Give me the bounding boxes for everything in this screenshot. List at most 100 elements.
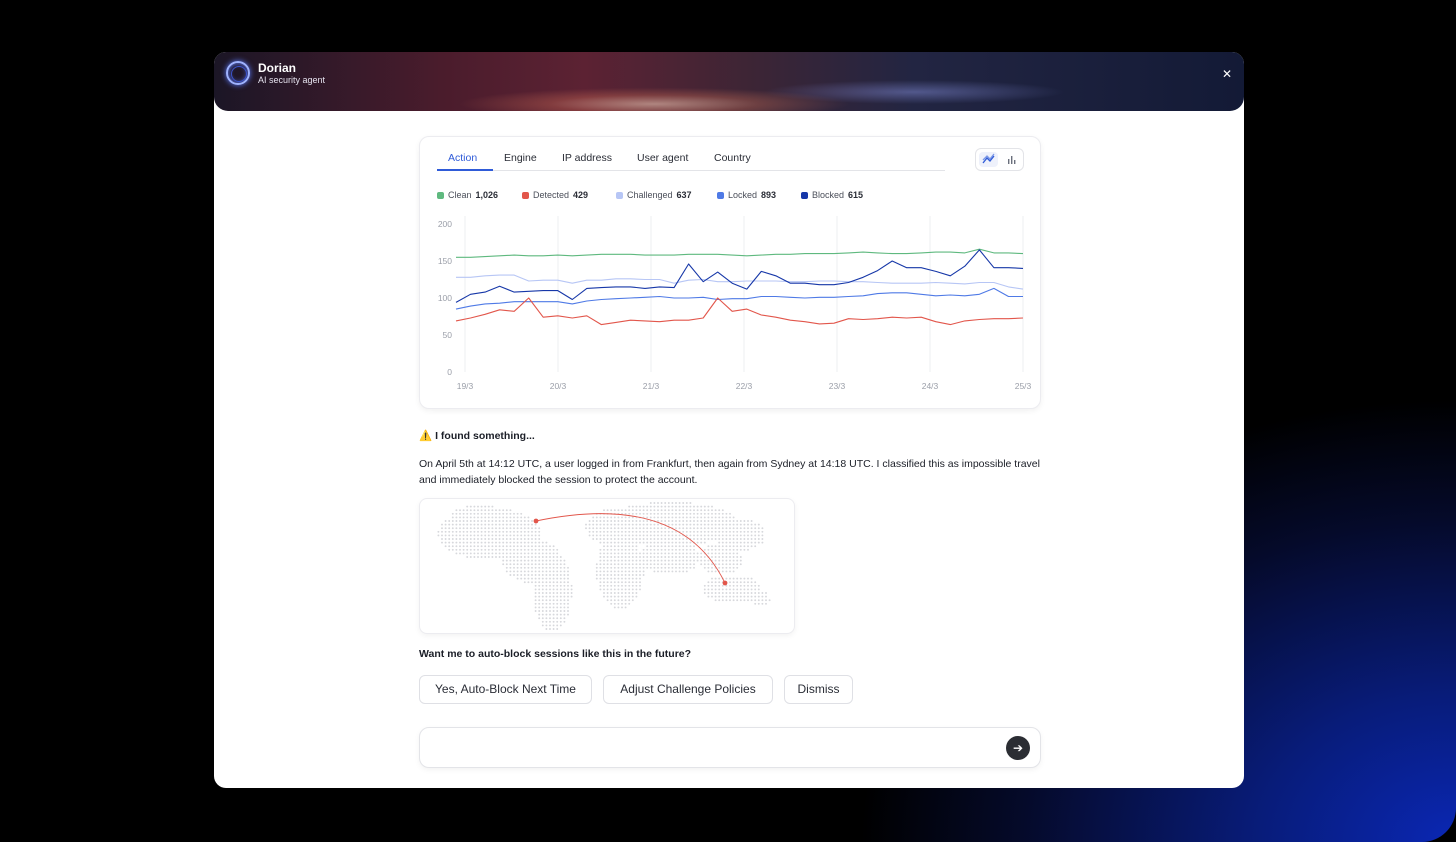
map-dot <box>736 548 739 551</box>
map-dot <box>732 530 735 533</box>
map-dot <box>459 548 461 551</box>
map-dot <box>617 559 620 562</box>
map-dot <box>541 606 544 609</box>
map-dot <box>628 552 631 555</box>
map-dot <box>541 613 544 616</box>
map-dot <box>685 534 688 537</box>
map-dot <box>628 581 631 584</box>
map-dot <box>444 520 447 522</box>
map-dot <box>534 523 537 526</box>
map-dot <box>549 613 551 616</box>
map-dot <box>739 595 742 598</box>
map-dot <box>527 523 530 526</box>
map-dot <box>646 541 649 544</box>
map-dot <box>732 541 735 544</box>
map-dot <box>685 538 688 540</box>
map-dot <box>732 523 735 526</box>
auto-block-button[interactable]: Yes, Auto-Block Next Time <box>419 675 592 704</box>
map-dot <box>473 530 476 533</box>
map-dot <box>642 566 645 569</box>
map-dot <box>484 520 487 522</box>
map-dot <box>624 581 627 584</box>
map-dot <box>631 523 634 526</box>
map-dot <box>624 552 627 555</box>
map-dot <box>667 516 670 519</box>
map-dot <box>660 534 663 537</box>
map-dot <box>531 570 533 573</box>
map-dot <box>505 566 508 569</box>
dismiss-button[interactable]: Dismiss <box>784 675 853 704</box>
map-dot <box>495 516 497 519</box>
map-dot <box>639 541 641 544</box>
map-dot <box>549 588 551 591</box>
map-dot <box>477 520 479 522</box>
message-input[interactable] <box>432 738 992 758</box>
map-dot <box>743 523 746 526</box>
map-dot <box>671 538 674 540</box>
map-dot <box>556 559 559 562</box>
map-dot <box>484 534 487 537</box>
map-dot <box>538 599 541 602</box>
map-dot <box>718 509 721 512</box>
map-dot <box>675 502 677 504</box>
map-dot <box>621 527 623 530</box>
arrow-right-icon[interactable]: ➔ <box>1006 736 1030 760</box>
map-dot <box>538 570 541 573</box>
map-dot <box>736 599 739 602</box>
map-dot <box>743 545 746 548</box>
map-dot <box>729 581 731 584</box>
map-dot <box>502 545 505 548</box>
map-dot <box>520 552 523 555</box>
line-chart: 19/3 20/3 21/3 22/3 23/3 24/3 25/3050100150200 <box>438 216 1032 391</box>
map-dot <box>660 545 663 548</box>
x-tick-label: 24/3 <box>922 381 939 391</box>
map-dot <box>538 617 541 620</box>
map-dot <box>477 527 479 530</box>
map-dot <box>480 527 483 530</box>
map-dot <box>462 516 465 519</box>
map-dot <box>721 520 724 522</box>
map-dot <box>639 509 641 512</box>
map-dot <box>606 563 609 566</box>
map-dot <box>538 548 541 551</box>
map-dot <box>487 548 490 551</box>
map-dot <box>747 538 749 540</box>
map-dot <box>484 509 487 512</box>
location-marker-frankfurt <box>533 518 539 524</box>
map-dot <box>549 599 551 602</box>
map-dot <box>621 599 623 602</box>
map-dot <box>696 541 699 544</box>
map-dot <box>466 520 469 522</box>
map-dot <box>631 584 634 587</box>
map-dot <box>502 538 505 540</box>
map-dot <box>631 577 634 580</box>
map-dot <box>513 534 515 537</box>
map-dot <box>660 512 663 515</box>
map-dot <box>552 552 555 555</box>
map-dot <box>739 541 742 544</box>
map-dot <box>621 548 623 551</box>
map-dot <box>491 512 494 515</box>
close-icon[interactable]: ✕ <box>1218 65 1236 83</box>
map-dot <box>617 552 620 555</box>
map-dot <box>491 545 494 548</box>
map-dot <box>624 592 627 594</box>
map-dot <box>718 534 721 537</box>
map-dot <box>696 559 699 562</box>
map-dot <box>455 512 458 515</box>
map-dot <box>516 534 519 537</box>
adjust-policies-button[interactable]: Adjust Challenge Policies <box>603 675 773 704</box>
map-dot <box>610 577 613 580</box>
map-dot <box>567 566 569 569</box>
map-dot <box>624 509 627 512</box>
map-dot <box>451 545 454 548</box>
map-dot <box>664 527 667 530</box>
map-dot <box>754 534 757 537</box>
map-dot <box>563 581 566 584</box>
map-dot <box>711 588 713 591</box>
map-dot <box>675 559 677 562</box>
map-dot <box>520 523 523 526</box>
map-dot <box>707 509 710 512</box>
map-dot <box>613 595 616 598</box>
map-dot <box>617 566 620 569</box>
